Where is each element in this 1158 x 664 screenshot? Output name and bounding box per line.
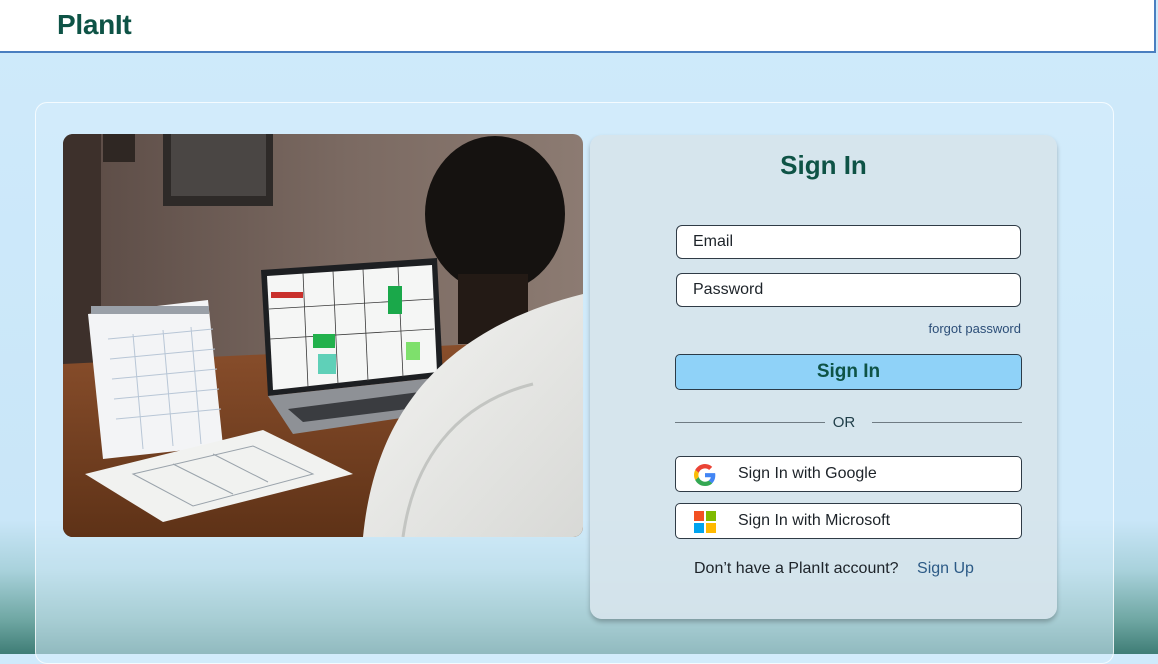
signup-link[interactable]: Sign Up <box>917 560 974 577</box>
email-input[interactable] <box>676 225 1021 259</box>
brand-logo[interactable]: PlanIt <box>57 9 132 41</box>
signin-button[interactable]: Sign In <box>675 354 1022 390</box>
divider-right <box>872 422 1022 423</box>
microsoft-signin-label: Sign In with Microsoft <box>738 512 891 529</box>
divider-label: OR <box>832 414 856 431</box>
signup-prompt: Don’t have a PlanIt account? <box>694 560 899 577</box>
microsoft-signin-button[interactable]: Sign In with Microsoft <box>675 503 1022 539</box>
signin-title: Sign In <box>780 150 867 180</box>
top-header: PlanIt <box>0 0 1156 53</box>
password-input[interactable] <box>676 273 1021 307</box>
forgot-password-link[interactable]: forgot password <box>900 321 1022 336</box>
microsoft-icon <box>694 511 716 533</box>
signup-row: Don’t have a PlanIt account? Sign Up <box>694 560 974 578</box>
google-icon <box>694 464 716 486</box>
hero-photo <box>63 134 583 537</box>
google-signin-button[interactable]: Sign In with Google <box>675 456 1022 492</box>
divider-left <box>675 422 825 423</box>
google-signin-label: Sign In with Google <box>738 465 877 482</box>
